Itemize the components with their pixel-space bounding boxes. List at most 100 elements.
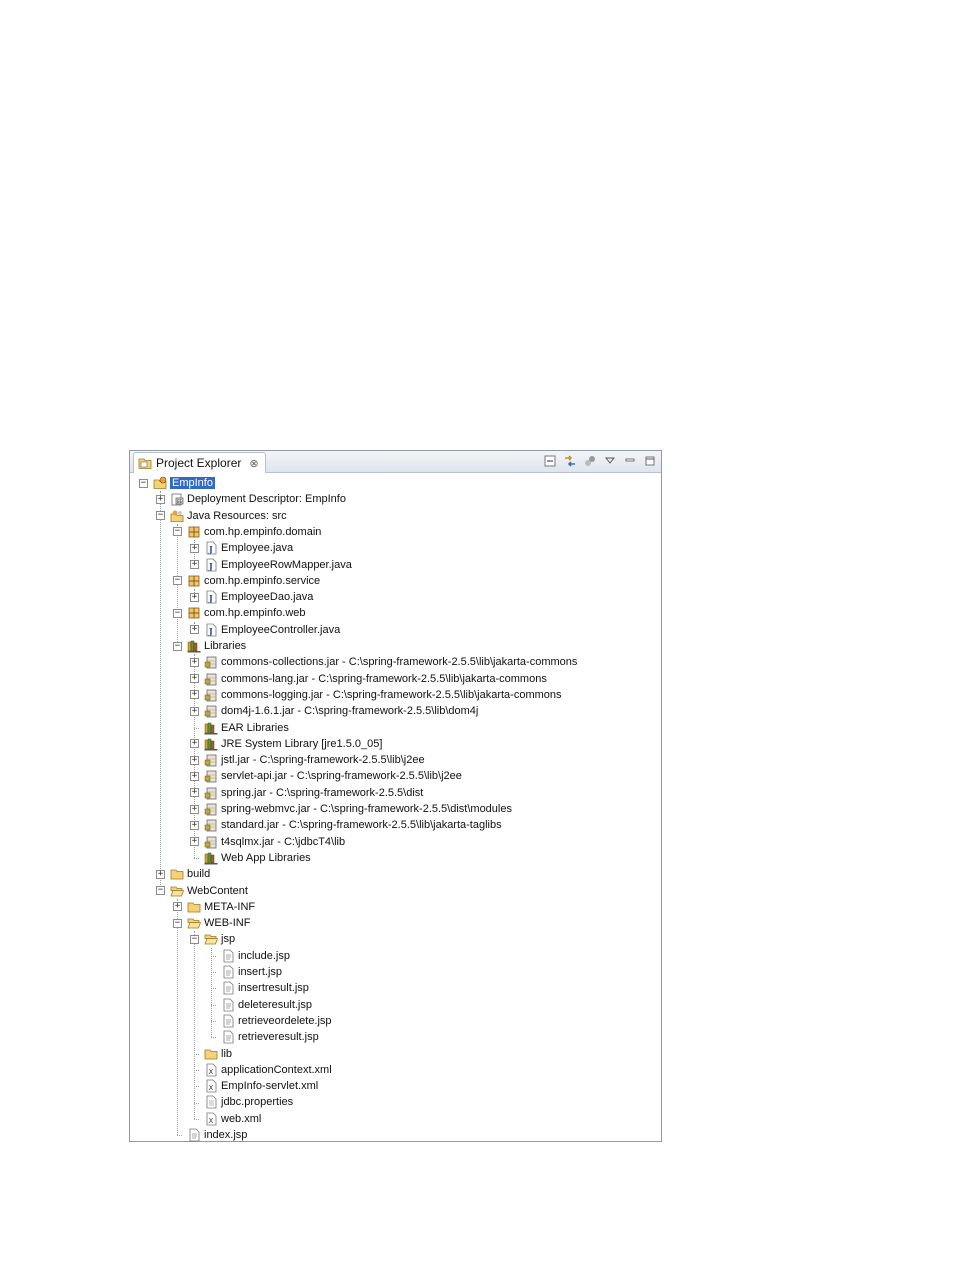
expand-toggle-icon[interactable]: + [190, 804, 199, 814]
tree-item-label: com.hp.empinfo.web [204, 607, 306, 620]
filters-icon[interactable] [583, 454, 597, 468]
tree-item[interactable]: EAR Libraries [190, 720, 289, 736]
tree-item-label: index.jsp [204, 1129, 248, 1141]
tree-item-label: dom4j-1.6.1.jar - C:\spring-framework-2.… [221, 705, 479, 718]
tree-item-label: META-INF [204, 900, 256, 913]
tree-item-label: Deployment Descriptor: EmpInfo [187, 493, 346, 506]
jar-icon [204, 753, 218, 767]
tree-item[interactable]: + build [156, 866, 210, 882]
expand-toggle-icon[interactable]: + [190, 560, 199, 569]
tree-item[interactable]: include.jsp [207, 948, 290, 964]
tree-item[interactable]: + commons-logging.jar - C:\spring-framewo… [190, 687, 562, 703]
folder-open-icon [187, 916, 202, 930]
expand-toggle-icon[interactable]: + [173, 902, 182, 912]
tree-item[interactable]: index.jsp [173, 1127, 247, 1143]
tab-project-explorer[interactable]: Project Explorer ⊗ [133, 452, 266, 473]
tree-item[interactable]: + META-INF [173, 899, 255, 915]
tree-item[interactable]: XapplicationContext.xml [190, 1062, 332, 1078]
collapse-toggle-icon[interactable]: − [173, 576, 182, 586]
tree-item[interactable]: deleteresult.jsp [207, 997, 312, 1013]
tree-item[interactable]: insertresult.jsp [207, 980, 309, 996]
expand-toggle-icon[interactable]: + [190, 837, 199, 847]
link-with-editor-icon[interactable] [563, 454, 577, 468]
expand-toggle-icon[interactable]: + [190, 788, 199, 798]
tree-item[interactable]: − jsp [190, 931, 235, 947]
tree-item[interactable]: + servlet-api.jar - C:\spring-framework-2… [190, 768, 462, 784]
tree-item[interactable]: − com.hp.empinfo.service [173, 573, 320, 589]
tree-item[interactable]: Xweb.xml [190, 1111, 261, 1127]
collapse-toggle-icon[interactable]: − [156, 886, 165, 895]
svg-text:X: X [209, 1117, 214, 1125]
collapse-toggle-icon[interactable]: − [190, 934, 199, 944]
tree-item[interactable]: − WEB-INF [173, 915, 250, 931]
tree-item[interactable]: + spring-webmvc.jar - C:\spring-framework… [190, 801, 512, 817]
tree-item[interactable]: + jstl.jar - C:\spring-framework-2.5.5\li… [190, 752, 425, 768]
tree-item[interactable]: Web App Libraries [190, 850, 311, 866]
expand-toggle-icon[interactable]: + [190, 625, 199, 635]
tree-guide-line [177, 898, 178, 1136]
tree-item[interactable]: + commons-collections.jar - C:\spring-fra… [190, 654, 577, 670]
tree-item-label: EmpInfo-servlet.xml [221, 1080, 319, 1093]
tree-item[interactable]: insert.jsp [207, 964, 282, 980]
tree-item[interactable]: retrieveresult.jsp [207, 1029, 319, 1045]
collapse-toggle-icon[interactable]: − [173, 527, 182, 537]
tree-item[interactable]: + J EmployeeRowMapper.java [190, 557, 352, 573]
tree-item[interactable]: + spring.jar - C:\spring-framework-2.5.5\… [190, 785, 423, 801]
tree-guide-line [160, 491, 161, 891]
tree-item[interactable]: − WebContent [156, 883, 248, 899]
expand-toggle-icon[interactable]: + [190, 690, 199, 700]
tree-item-label: WEB-INF [204, 917, 251, 930]
tree-item[interactable]: + J EmployeeController.java [190, 622, 340, 638]
tree-item-label: Libraries [204, 640, 247, 652]
collapse-toggle-icon[interactable]: − [173, 608, 182, 618]
view-menu-icon[interactable] [603, 454, 617, 468]
tree-item[interactable]: lib [190, 1046, 232, 1062]
tree-item[interactable]: + t4sqlmx.jar - C:\jdbcT4\lib [190, 834, 345, 850]
tree-item[interactable]: + JRE System Library [jre1.5.0_05] [190, 736, 382, 752]
tree-item[interactable]: + J EmployeeDao.java [190, 589, 313, 605]
svg-text:J: J [208, 626, 213, 636]
expand-toggle-icon[interactable]: + [190, 592, 199, 602]
collapse-toggle-icon[interactable]: − [173, 918, 182, 928]
tree-item[interactable]: + commons-lang.jar - C:\spring-framework-… [190, 671, 547, 687]
collapse-toggle-icon[interactable]: − [139, 478, 148, 488]
expand-toggle-icon[interactable]: + [190, 820, 199, 830]
svg-text:X: X [209, 1068, 214, 1076]
tree-item[interactable]: − Java Resources: src [156, 508, 287, 524]
tree-item[interactable]: + J Employee.java [190, 540, 293, 556]
expand-toggle-icon[interactable]: + [190, 657, 199, 667]
expand-toggle-icon[interactable]: + [190, 674, 199, 684]
svg-text:EE: EE [177, 499, 183, 504]
expand-toggle-icon[interactable]: + [190, 755, 199, 765]
expand-toggle-icon[interactable]: + [190, 543, 199, 553]
tree-item[interactable]: + standard.jar - C:\spring-framework-2.5.… [190, 817, 502, 833]
tree-item-label: commons-lang.jar - C:\spring-framework-2… [221, 672, 547, 685]
tree-item[interactable]: − EmpInfo [139, 475, 215, 491]
tree-item[interactable]: + dom4j-1.6.1.jar - C:\spring-framework-2… [190, 703, 478, 719]
maximize-icon[interactable] [643, 454, 657, 468]
tree-item[interactable]: − com.hp.empinfo.domain [173, 524, 321, 540]
tree-item-label: lib [221, 1047, 233, 1060]
collapse-toggle-icon[interactable]: − [173, 641, 182, 651]
expand-toggle-icon[interactable]: + [156, 869, 165, 879]
tree-item[interactable]: jdbc.properties [190, 1094, 293, 1110]
expand-toggle-icon[interactable]: + [190, 771, 199, 781]
tree-item[interactable]: − Libraries [173, 638, 246, 654]
minimize-icon[interactable] [623, 454, 637, 468]
close-icon[interactable]: ⊗ [249, 457, 258, 470]
collapse-all-icon[interactable] [543, 454, 557, 468]
expand-toggle-icon[interactable]: + [190, 706, 199, 716]
xml-file-icon: X [204, 1079, 218, 1093]
tree-item-label: t4sqlmx.jar - C:\jdbcT4\lib [221, 835, 346, 848]
tree-item[interactable]: retrieveordelete.jsp [207, 1013, 332, 1029]
collapse-toggle-icon[interactable]: − [156, 511, 165, 521]
tree-item[interactable]: + EE Deployment Descriptor: EmpInfo [156, 491, 346, 507]
expand-toggle-icon[interactable]: + [156, 494, 165, 504]
tree-item[interactable]: − com.hp.empinfo.web [173, 605, 306, 621]
expand-toggle-icon[interactable]: + [190, 739, 199, 749]
jar-icon [204, 704, 218, 718]
tree-item[interactable]: X EmpInfo-servlet.xml [190, 1078, 318, 1094]
jsp-file-icon [221, 1030, 235, 1044]
